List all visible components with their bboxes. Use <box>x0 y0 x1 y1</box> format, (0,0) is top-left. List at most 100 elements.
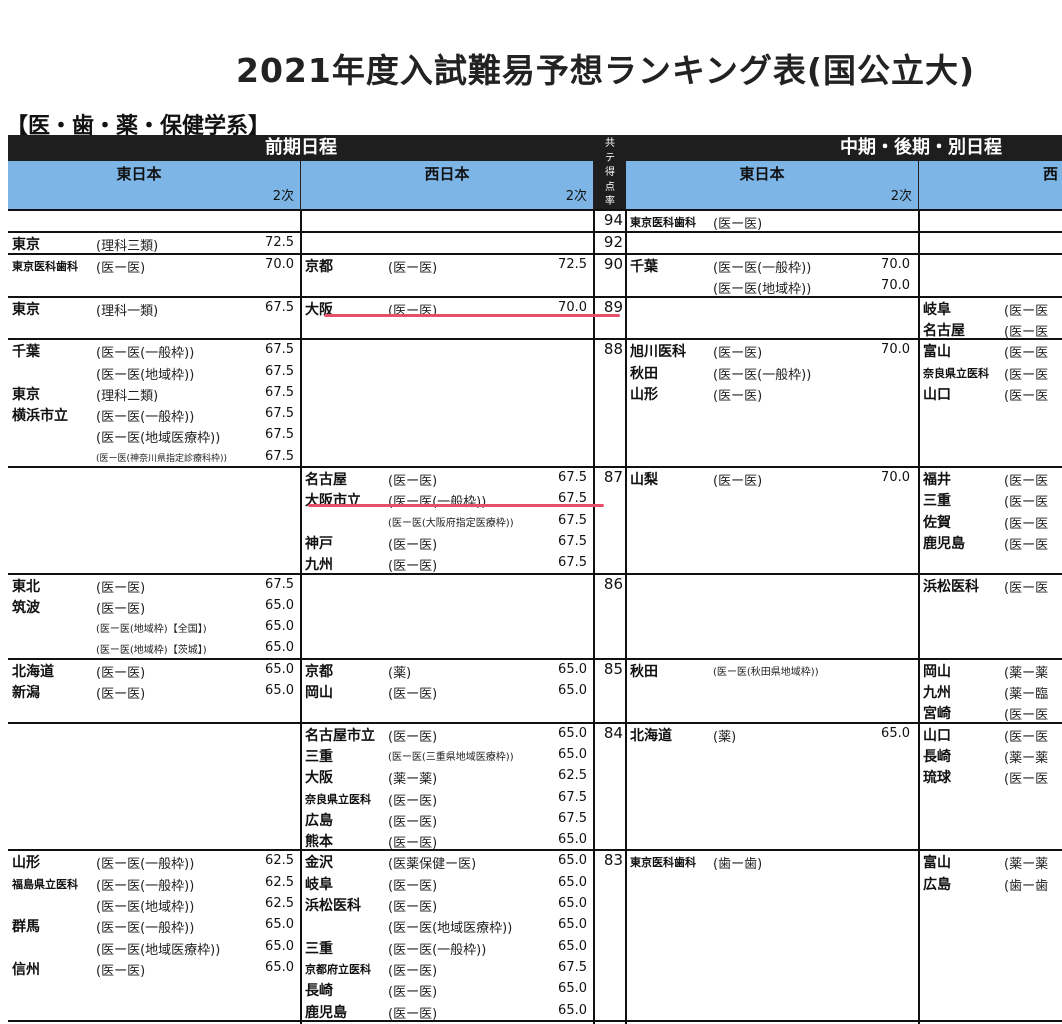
score-header-char: 率 <box>605 196 615 207</box>
course-name: (医ー医) <box>96 261 146 276</box>
course-name: (薬ー薬) <box>388 772 438 788</box>
east-header: 東日本 2次 <box>8 161 301 209</box>
course-name: (薬) <box>388 665 412 681</box>
university-name: 山形 <box>12 855 40 872</box>
course-name: (医ー医(一般枠)) <box>713 261 812 276</box>
university-name: 横浜市立 <box>12 408 68 425</box>
deviation-score: 67.5 <box>558 470 587 485</box>
row-divider <box>8 721 1062 724</box>
deviation-score: 65.0 <box>558 938 587 954</box>
university-name: 千葉 <box>12 344 40 361</box>
deviation-score: 67.5 <box>265 448 294 464</box>
west-label: 西日本 <box>424 165 470 183</box>
deviation-score: 67.5 <box>558 959 587 975</box>
course-name: (医ー医) <box>96 963 146 979</box>
university-name: 東京 <box>12 301 40 318</box>
course-name: (医ー医) <box>388 1006 438 1022</box>
deviation-score: 62.5 <box>265 853 294 869</box>
course-name: (医ー医(地域枠)) <box>96 900 195 915</box>
deviation-score: 62.5 <box>558 768 587 784</box>
university-name: 金沢 <box>305 855 333 872</box>
course-name: (医ー医 <box>1004 729 1049 745</box>
chuki-label: 中期・後期・別日程 <box>840 137 1002 158</box>
university-name: 三重 <box>305 748 333 765</box>
deviation-score: 65.0 <box>558 1002 587 1018</box>
row-divider <box>8 338 1062 341</box>
row-divider <box>8 231 1062 233</box>
university-name: 名古屋 <box>923 322 965 339</box>
university-name: 熊本 <box>305 834 333 851</box>
course-name: (医ー医) <box>388 687 438 702</box>
course-name: (医ー医(一般枠)) <box>388 495 487 511</box>
zenki-header: 前期日程 <box>8 135 594 161</box>
deviation-score: 65.0 <box>558 917 587 933</box>
east-label: 東日本 <box>116 165 162 183</box>
west-header: 西日本 2次 <box>301 161 594 209</box>
course-name: (医ー医) <box>388 985 438 1001</box>
course-name: (薬) <box>713 729 737 745</box>
deviation-score: 65.0 <box>265 640 294 656</box>
course-name: (医ー医) <box>713 388 763 404</box>
course-name: (医ー医 <box>1004 516 1049 532</box>
score-value: 85 <box>603 659 623 678</box>
university-name: 東北 <box>12 578 40 595</box>
course-name: (医ー医(一般枠)) <box>388 942 487 958</box>
course-name: (歯ー歯 <box>1004 878 1049 894</box>
deviation-score: 70.0 <box>881 342 910 358</box>
score-value: 84 <box>603 723 623 742</box>
deviation-score: 67.5 <box>265 576 294 592</box>
score-header-char: テ <box>605 152 615 164</box>
university-name: 京都府立医科 <box>305 962 371 976</box>
university-name: 東京医科歯科 <box>630 856 696 870</box>
university-name: 佐賀 <box>923 514 951 531</box>
university-name: 名古屋市立 <box>305 727 375 744</box>
score-header-char: 共 <box>605 138 615 149</box>
university-name: 京都 <box>305 663 333 680</box>
course-name: (医ー医 <box>1004 303 1049 319</box>
course-name: (医ー医) <box>96 687 146 702</box>
deviation-score: 65.0 <box>558 746 587 762</box>
university-name: 秋田 <box>630 365 658 382</box>
university-name: 筑波 <box>12 599 40 616</box>
university-name: 長崎 <box>923 748 951 765</box>
deviation-score: 65.0 <box>558 853 587 869</box>
course-name: (医ー医 <box>1004 580 1049 596</box>
deviation-score: 65.0 <box>265 917 294 933</box>
column-divider <box>918 209 920 1024</box>
university-name: 東京医科歯科 <box>12 260 78 273</box>
deviation-score: 70.0 <box>881 278 910 294</box>
row-divider <box>8 1019 1062 1022</box>
course-name: (薬ー臨 <box>1004 687 1049 702</box>
row-divider <box>8 849 1062 852</box>
university-name: 九州 <box>305 557 333 574</box>
deviation-score: 67.5 <box>265 406 294 422</box>
deviation-score: 72.5 <box>558 257 587 272</box>
course-name: (医ー医 <box>1004 537 1049 553</box>
course-name: (歯ー歯) <box>713 857 763 873</box>
university-name: 山口 <box>923 727 951 744</box>
university-name: 浜松医科 <box>923 578 979 595</box>
university-name: 東京 <box>12 237 40 253</box>
university-name: 秋田 <box>630 663 658 680</box>
chuki-header: 中期・後期・別日程 <box>626 135 1062 161</box>
east2-label: 東日本 <box>739 165 785 183</box>
university-name: 新潟 <box>12 685 40 701</box>
deviation-score: 72.5 <box>265 235 294 250</box>
course-name: (医ー医 <box>1004 708 1049 724</box>
university-name: 京都 <box>305 259 333 275</box>
university-name: 東京医科歯科 <box>630 216 696 229</box>
university-name: 奈良県立医科 <box>923 366 989 380</box>
deviation-score: 70.0 <box>881 257 910 272</box>
score-value: 88 <box>603 340 623 359</box>
course-name: (薬ー薬 <box>1004 665 1049 681</box>
university-name: 名古屋 <box>305 472 347 488</box>
deviation-score: 65.0 <box>558 874 587 890</box>
row-divider <box>8 657 1062 660</box>
university-name: 神戸 <box>305 535 333 552</box>
niji-label: 2次 <box>272 189 294 204</box>
university-name: 北海道 <box>12 663 54 680</box>
course-name: (医ー医) <box>713 217 763 232</box>
score-value: 90 <box>603 255 623 273</box>
university-name: 鹿児島 <box>305 1004 347 1021</box>
deviation-score: 65.0 <box>558 661 587 677</box>
